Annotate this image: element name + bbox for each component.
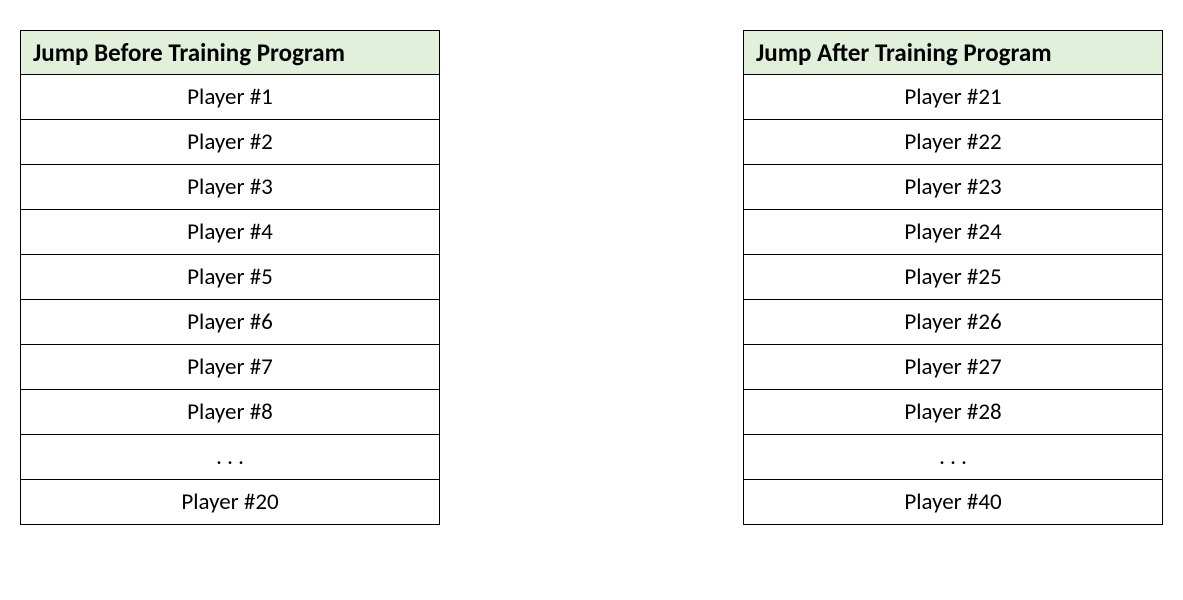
table-row: Player #5 <box>21 255 440 300</box>
table-row: Player #22 <box>744 120 1163 165</box>
table-row: Player #24 <box>744 210 1163 255</box>
table-row: . . . <box>744 435 1163 480</box>
before-table-header: Jump Before Training Program <box>21 31 440 75</box>
after-table-header: Jump After Training Program <box>744 31 1163 75</box>
after-table-container: Jump After Training Program Player #21 P… <box>743 30 1163 570</box>
table-row: Player #26 <box>744 300 1163 345</box>
table-row: . . . <box>21 435 440 480</box>
table-row: Player #3 <box>21 165 440 210</box>
before-table-container: Jump Before Training Program Player #1 P… <box>20 30 440 570</box>
table-row: Player #6 <box>21 300 440 345</box>
table-row: Player #27 <box>744 345 1163 390</box>
after-table: Jump After Training Program Player #21 P… <box>743 30 1163 525</box>
table-row: Player #4 <box>21 210 440 255</box>
table-row: Player #21 <box>744 75 1163 120</box>
table-row: Player #20 <box>21 480 440 525</box>
table-row: Player #1 <box>21 75 440 120</box>
table-row: Player #8 <box>21 390 440 435</box>
table-row: Player #28 <box>744 390 1163 435</box>
table-row: Player #25 <box>744 255 1163 300</box>
table-row: Player #23 <box>744 165 1163 210</box>
table-row: Player #7 <box>21 345 440 390</box>
table-row: Player #40 <box>744 480 1163 525</box>
before-table: Jump Before Training Program Player #1 P… <box>20 30 440 525</box>
table-row: Player #2 <box>21 120 440 165</box>
